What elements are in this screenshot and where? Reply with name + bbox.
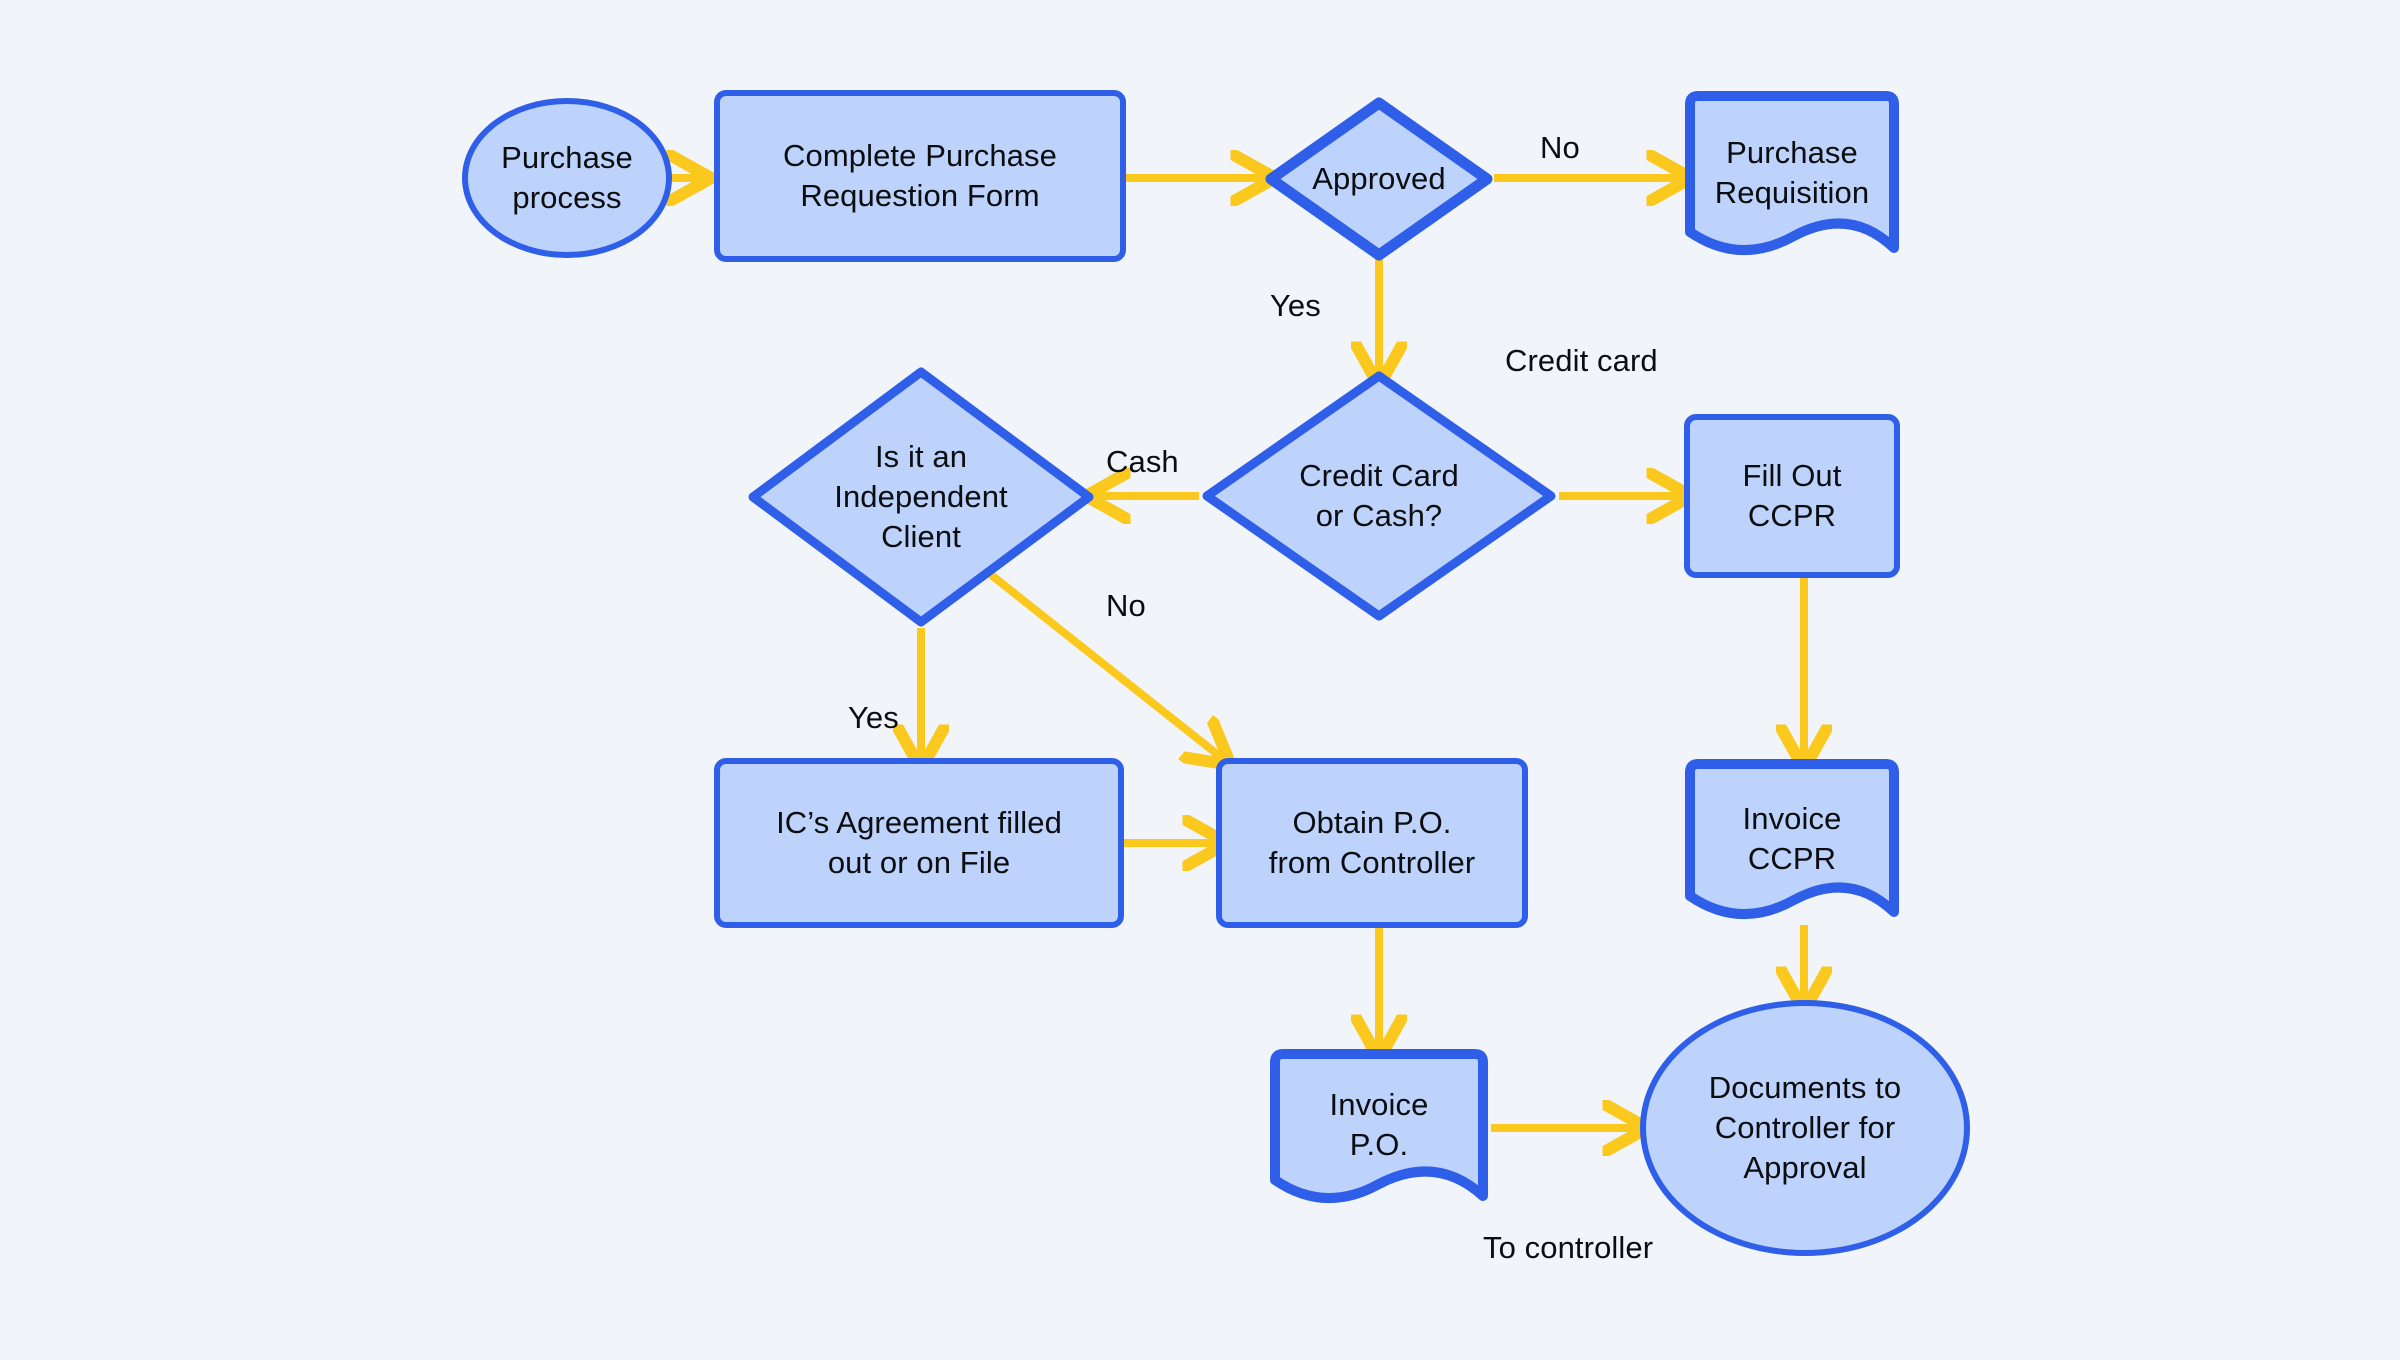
edge-label-yes-independent: Yes: [848, 700, 899, 735]
node-label: Invoice P.O.: [1329, 1087, 1429, 1162]
node-approved[interactable]: Approved: [1264, 96, 1494, 262]
edge-label-no-independent: No: [1106, 588, 1146, 623]
node-invoice-ccpr[interactable]: Invoice CCPR: [1684, 758, 1900, 934]
edge-label-credit-card: Credit card: [1505, 343, 1658, 378]
node-label: Complete Purchase Requestion Form: [783, 138, 1057, 213]
edge-label-no-approved: No: [1540, 130, 1580, 165]
node-label: Purchase Requisition: [1714, 135, 1870, 210]
node-purchase-requisition[interactable]: Purchase Requisition: [1684, 90, 1900, 270]
node-label: Fill Out CCPR: [1742, 458, 1842, 533]
node-purchase-process[interactable]: Purchase process: [462, 98, 672, 258]
node-label: Obtain P.O. from Controller: [1268, 805, 1476, 880]
node-ic-agreement[interactable]: IC’s Agreement filled out or on File: [714, 758, 1124, 928]
node-obtain-po-from-controller[interactable]: Obtain P.O. from Controller: [1216, 758, 1528, 928]
node-invoice-po[interactable]: Invoice P.O.: [1269, 1048, 1489, 1216]
node-fill-out-ccpr[interactable]: Fill Out CCPR: [1684, 414, 1900, 578]
node-label: Invoice CCPR: [1742, 801, 1842, 876]
node-documents-to-controller[interactable]: Documents to Controller for Approval: [1640, 1000, 1970, 1256]
node-label: Credit Card or Cash?: [1299, 458, 1459, 533]
node-label: Is it an Independent Client: [834, 439, 1008, 554]
edge-label-to-controller: To controller: [1483, 1230, 1654, 1265]
flowchart-canvas: Purchase process Complete Purchase Reque…: [0, 0, 2400, 1360]
node-label: IC’s Agreement filled out or on File: [776, 805, 1062, 880]
node-complete-purchase-requestion-form[interactable]: Complete Purchase Requestion Form: [714, 90, 1126, 262]
node-is-independent-client[interactable]: Is it an Independent Client: [745, 364, 1097, 630]
connector-layer: [0, 0, 2400, 1360]
edge-label-cash: Cash: [1106, 444, 1179, 479]
edge-label-yes-approved: Yes: [1270, 288, 1321, 323]
node-credit-card-or-cash[interactable]: Credit Card or Cash?: [1199, 368, 1559, 624]
node-label: Documents to Controller for Approval: [1708, 1070, 1902, 1185]
node-label: Approved: [1312, 161, 1446, 197]
node-label: Purchase process: [501, 140, 633, 215]
